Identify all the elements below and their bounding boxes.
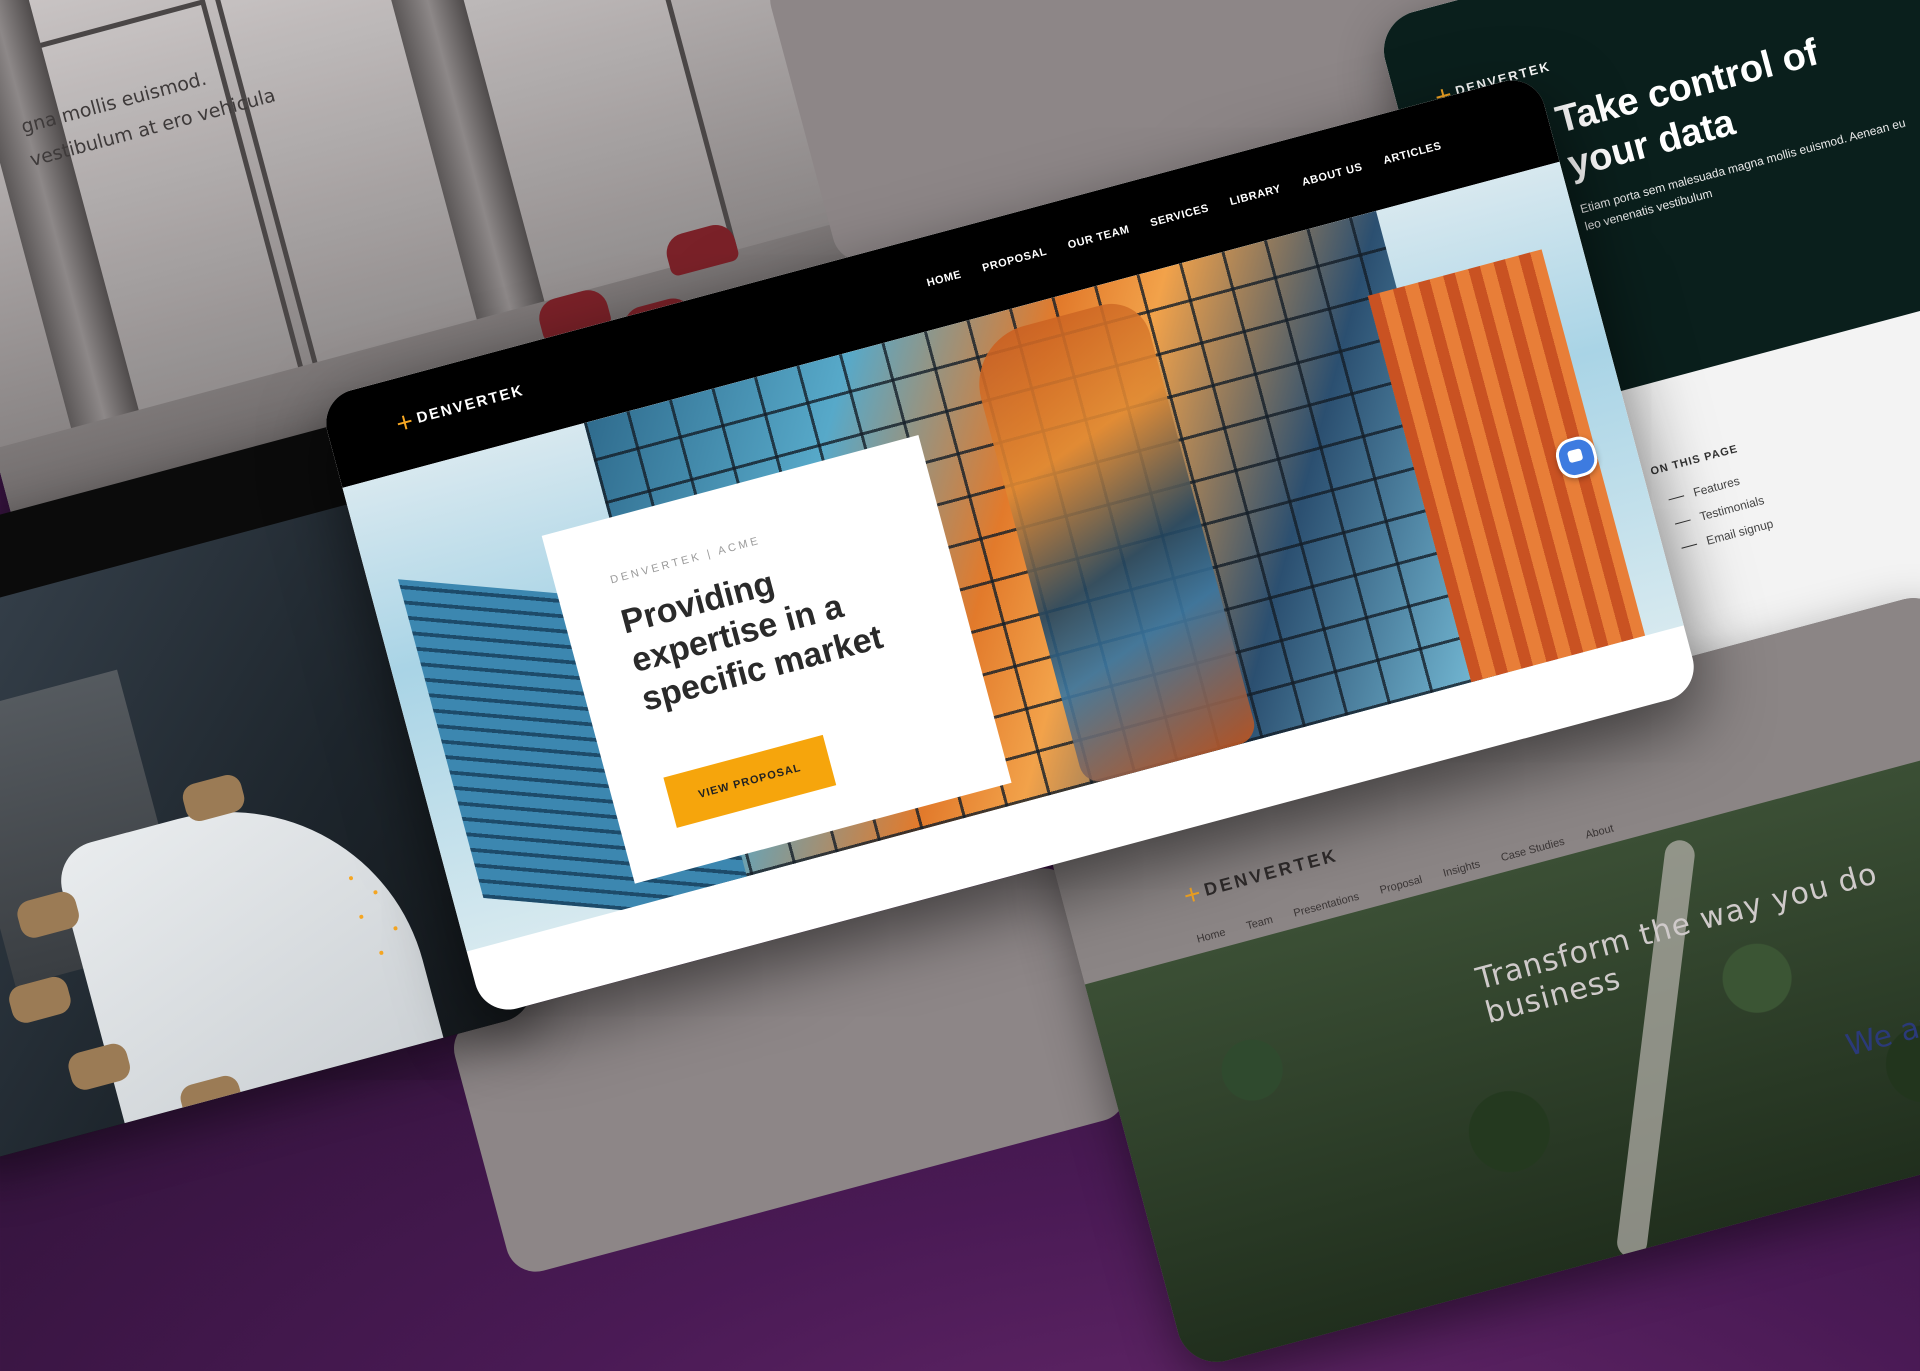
main-brand[interactable]: DENVERTEK (396, 382, 526, 432)
view-proposal-button[interactable]: VIEW PROPOSAL (663, 734, 837, 828)
toc-link-label: Email signup (1704, 516, 1775, 548)
nav-library[interactable]: LIBRARY (1229, 183, 1283, 208)
toc-link-label: Features (1691, 473, 1742, 500)
arrow-right-icon (1681, 543, 1698, 550)
nav-our-team[interactable]: OUR TEAM (1067, 224, 1131, 252)
nav-about-us[interactable]: ABOUT US (1301, 161, 1364, 189)
brand-logo-icon (396, 414, 413, 431)
brand-text: DENVERTEK (414, 381, 527, 427)
brand-logo-icon (1184, 886, 1201, 903)
on-this-page-heading: ON THIS PAGE (1649, 442, 1740, 478)
nav-home[interactable]: HOME (926, 269, 963, 290)
arrow-right-icon (1675, 519, 1691, 525)
toc-link-label: Testimonials (1698, 493, 1766, 524)
nav-articles[interactable]: ARTICLES (1382, 140, 1443, 167)
arrow-right-icon (1668, 495, 1685, 501)
nav-proposal[interactable]: PROPOSAL (981, 246, 1048, 275)
nav-services[interactable]: SERVICES (1149, 202, 1210, 229)
hero-headline: Providing expertise in a specific market (617, 564, 887, 719)
